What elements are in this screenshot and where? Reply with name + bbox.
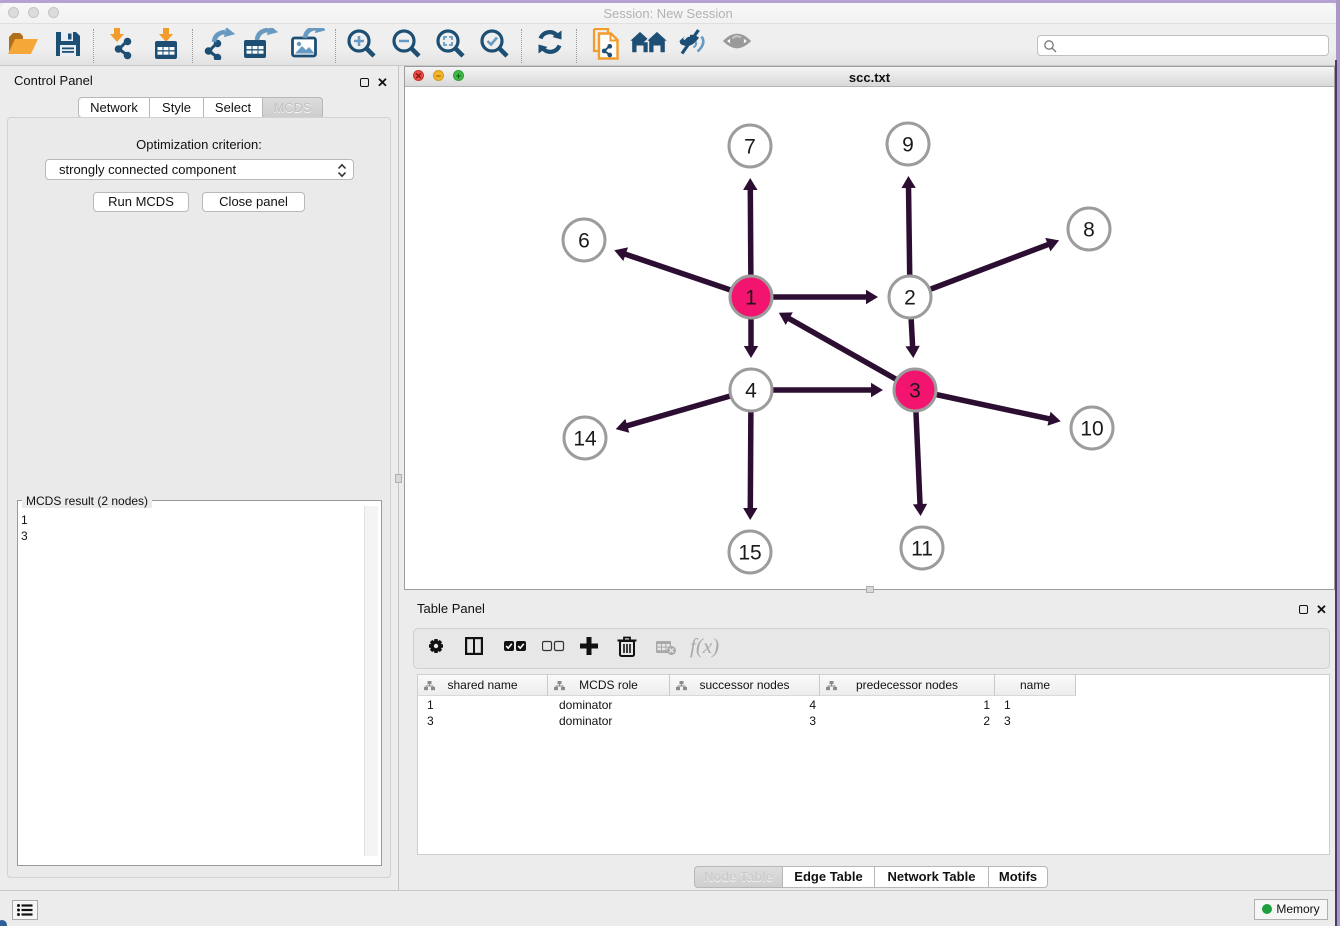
- svg-text:9: 9: [902, 134, 914, 157]
- svg-text:4: 4: [745, 380, 757, 403]
- svg-text:14: 14: [573, 428, 597, 451]
- svg-text:3: 3: [909, 380, 921, 403]
- svg-text:11: 11: [911, 538, 933, 561]
- svg-text:7: 7: [744, 136, 756, 159]
- svg-text:10: 10: [1080, 418, 1103, 441]
- svg-text:1: 1: [745, 287, 757, 310]
- svg-text:6: 6: [578, 230, 590, 253]
- svg-text:8: 8: [1083, 219, 1095, 242]
- svg-text:15: 15: [738, 542, 761, 565]
- svg-text:2: 2: [904, 287, 916, 310]
